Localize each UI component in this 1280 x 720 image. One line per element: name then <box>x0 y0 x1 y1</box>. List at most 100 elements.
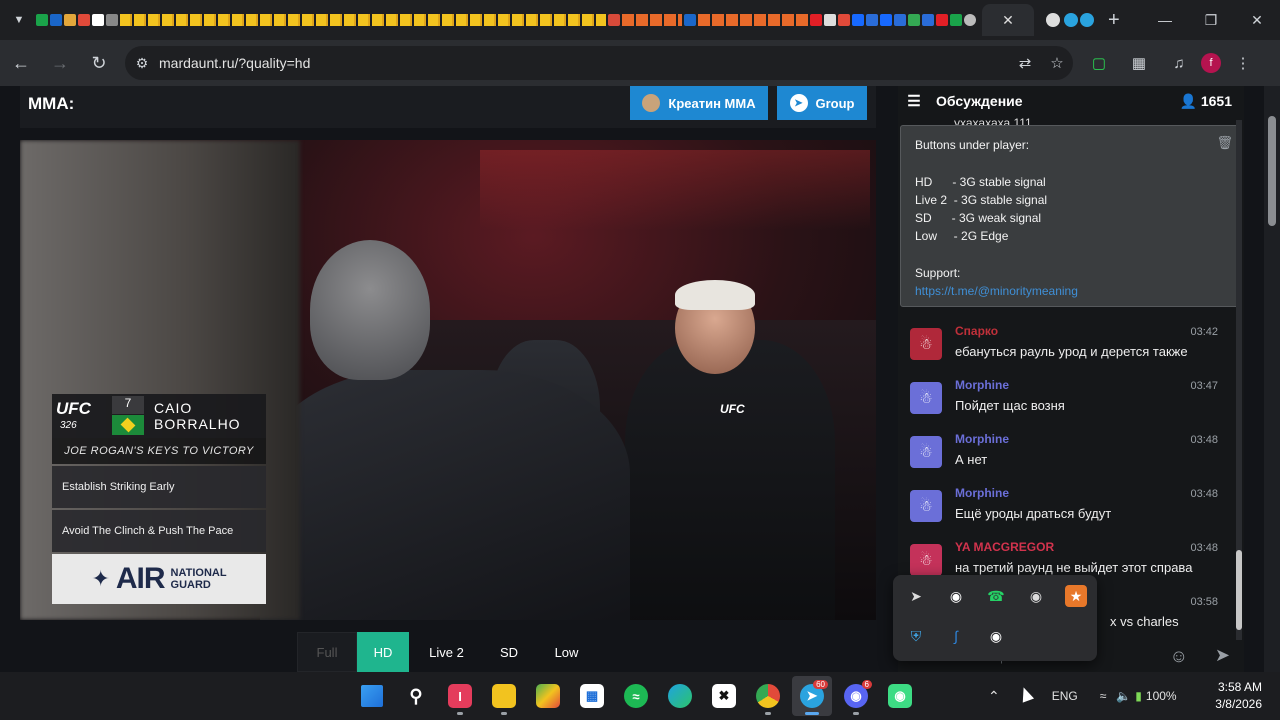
tab-favicon[interactable] <box>894 14 906 26</box>
reload-button[interactable]: ↻ <box>81 45 117 81</box>
quality-sd-button[interactable]: SD <box>484 632 534 672</box>
emoji-icon[interactable]: ☺ <box>1170 646 1188 667</box>
tab-favicon[interactable] <box>92 14 104 26</box>
user-avatar[interactable]: ☃ <box>910 436 942 468</box>
tab-search-chevron-icon[interactable]: ▼ <box>6 7 32 33</box>
send-icon[interactable]: ➤ <box>1215 645 1230 666</box>
discord-tray-icon[interactable]: ◉ <box>1025 585 1047 607</box>
user-avatar[interactable]: ☃ <box>910 328 942 360</box>
user-avatar[interactable]: ☃ <box>910 490 942 522</box>
hamburger-menu-icon[interactable]: ☰ <box>898 92 930 110</box>
tab-group-favicons[interactable] <box>622 14 682 26</box>
tab-favicon[interactable] <box>78 14 90 26</box>
site-info-icon[interactable]: ⚙ <box>125 55 159 72</box>
page-scrollbar[interactable] <box>1264 86 1280 672</box>
start-button[interactable] <box>352 676 392 716</box>
language-indicator[interactable]: ENG <box>1052 689 1078 703</box>
spotify-button[interactable]: ≈ <box>616 676 656 716</box>
restore-icon[interactable]: ❐ <box>1188 0 1234 40</box>
taskbar-app[interactable] <box>528 676 568 716</box>
support-link[interactable]: https://t.me/@minoritymeaning <box>915 284 1078 298</box>
chat-scrollbar-thumb[interactable] <box>1236 550 1242 630</box>
new-tab-button[interactable]: + <box>1108 9 1120 32</box>
message-username[interactable]: Morphine <box>955 486 1009 500</box>
edge-button[interactable] <box>660 676 700 716</box>
tab-favicon[interactable] <box>608 14 620 26</box>
tab-favicon[interactable] <box>684 14 696 26</box>
tab-favicon[interactable] <box>824 14 836 26</box>
user-avatar[interactable]: ☃ <box>910 382 942 414</box>
quality-live2-button[interactable]: Live 2 <box>409 632 484 672</box>
tab-group-favicons[interactable] <box>120 14 606 26</box>
tab-favicon[interactable] <box>908 14 920 26</box>
tab-favicon[interactable] <box>950 14 962 26</box>
file-explorer-button[interactable] <box>484 676 524 716</box>
trash-icon[interactable]: 🗑 <box>1216 134 1233 152</box>
taskbar-app[interactable]: I <box>440 676 480 716</box>
quality-full-button[interactable]: Full <box>297 632 357 672</box>
tab-favicon[interactable] <box>964 14 976 26</box>
taskbar-clock[interactable]: 3:58 AM 3/8/2026 <box>1215 679 1262 713</box>
profile-avatar[interactable]: f <box>1201 53 1221 73</box>
chrome-button[interactable] <box>748 676 788 716</box>
message-username[interactable]: Спарко <box>955 324 998 338</box>
battery-percent[interactable]: 100% <box>1146 689 1177 703</box>
minimize-icon[interactable]: — <box>1142 0 1188 40</box>
bookmark-star-icon[interactable]: ☆ <box>1041 54 1073 72</box>
tab-favicon[interactable] <box>866 14 878 26</box>
message-username[interactable]: Morphine <box>955 432 1009 446</box>
video-player[interactable]: UFC UFC 326 7 CAIO BORRALHO JOE ROGAN'S … <box>20 140 876 620</box>
extension-icon[interactable]: ▢ <box>1081 45 1117 81</box>
whatsapp-tray-icon[interactable]: ☎ <box>985 585 1007 607</box>
capcut-button[interactable]: ✖ <box>704 676 744 716</box>
tab-favicon[interactable] <box>880 14 892 26</box>
tab-favicon[interactable] <box>810 14 822 26</box>
back-button[interactable]: ← <box>3 45 39 81</box>
security-tray-icon[interactable]: ⛨ <box>905 625 927 647</box>
user-avatar[interactable]: ☃ <box>910 544 942 576</box>
volume-icon[interactable]: 🔈 <box>1116 689 1131 703</box>
page-scrollbar-thumb[interactable] <box>1268 116 1276 226</box>
active-tab[interactable]: ✕ <box>982 4 1034 36</box>
tab-favicon[interactable] <box>64 14 76 26</box>
app-tray-icon[interactable]: ★ <box>1065 585 1087 607</box>
tab-favicon[interactable] <box>936 14 948 26</box>
telegram-tab-icon[interactable] <box>1080 13 1094 27</box>
media-control-icon[interactable]: ♫ <box>1161 45 1197 81</box>
tab-favicon[interactable] <box>36 14 48 26</box>
search-button[interactable]: ⚲ <box>396 676 436 716</box>
close-window-icon[interactable]: ✕ <box>1234 0 1280 40</box>
steam-tray-icon[interactable]: ◉ <box>945 585 967 607</box>
tab-favicon[interactable] <box>922 14 934 26</box>
creatine-button[interactable]: Креатин ММА <box>630 86 768 120</box>
url-text[interactable]: mardaunt.ru/?quality=hd <box>159 55 1009 71</box>
bluetooth-tray-icon[interactable]: ∫ <box>945 625 967 647</box>
store-button[interactable]: ▦ <box>572 676 612 716</box>
wifi-icon[interactable]: ≈ <box>1100 689 1107 703</box>
app-tray-icon[interactable]: ◉ <box>985 625 1007 647</box>
quality-low-button[interactable]: Low <box>534 632 599 672</box>
quality-hd-button[interactable]: HD <box>357 632 409 672</box>
telegram-group-button[interactable]: ➤ Group <box>777 86 867 120</box>
discord-button[interactable]: ◉ 6 <box>836 676 876 716</box>
tab-favicon[interactable] <box>106 14 118 26</box>
telegram-tray-icon[interactable]: ➤ <box>905 585 927 607</box>
address-bar[interactable]: ⚙ mardaunt.ru/?quality=hd ⇄ ☆ <box>125 46 1073 80</box>
tab-favicon[interactable] <box>838 14 850 26</box>
tab-group-favicons[interactable] <box>698 14 808 26</box>
chat-scrollbar[interactable] <box>1236 120 1242 640</box>
taskbar-app[interactable]: ◉ <box>880 676 920 716</box>
tab-favicon[interactable] <box>50 14 62 26</box>
tab-favicon[interactable] <box>852 14 864 26</box>
message-username[interactable]: Morphine <box>955 378 1009 392</box>
browser-menu-icon[interactable]: ⋮ <box>1225 45 1261 81</box>
telegram-tab-icon[interactable] <box>1064 13 1078 27</box>
extensions-puzzle-icon[interactable]: ▦ <box>1121 45 1157 81</box>
forward-button[interactable]: → <box>42 45 78 81</box>
tray-overflow-chevron-icon[interactable]: ⌃ <box>988 688 1000 705</box>
message-username[interactable]: YA MACGREGOR <box>955 540 1054 554</box>
close-tab-icon[interactable]: ✕ <box>1002 12 1014 29</box>
telegram-button[interactable]: ➤ 60 <box>792 676 832 716</box>
battery-icon[interactable]: ▮ <box>1135 689 1142 703</box>
translate-icon[interactable]: ⇄ <box>1009 54 1041 72</box>
